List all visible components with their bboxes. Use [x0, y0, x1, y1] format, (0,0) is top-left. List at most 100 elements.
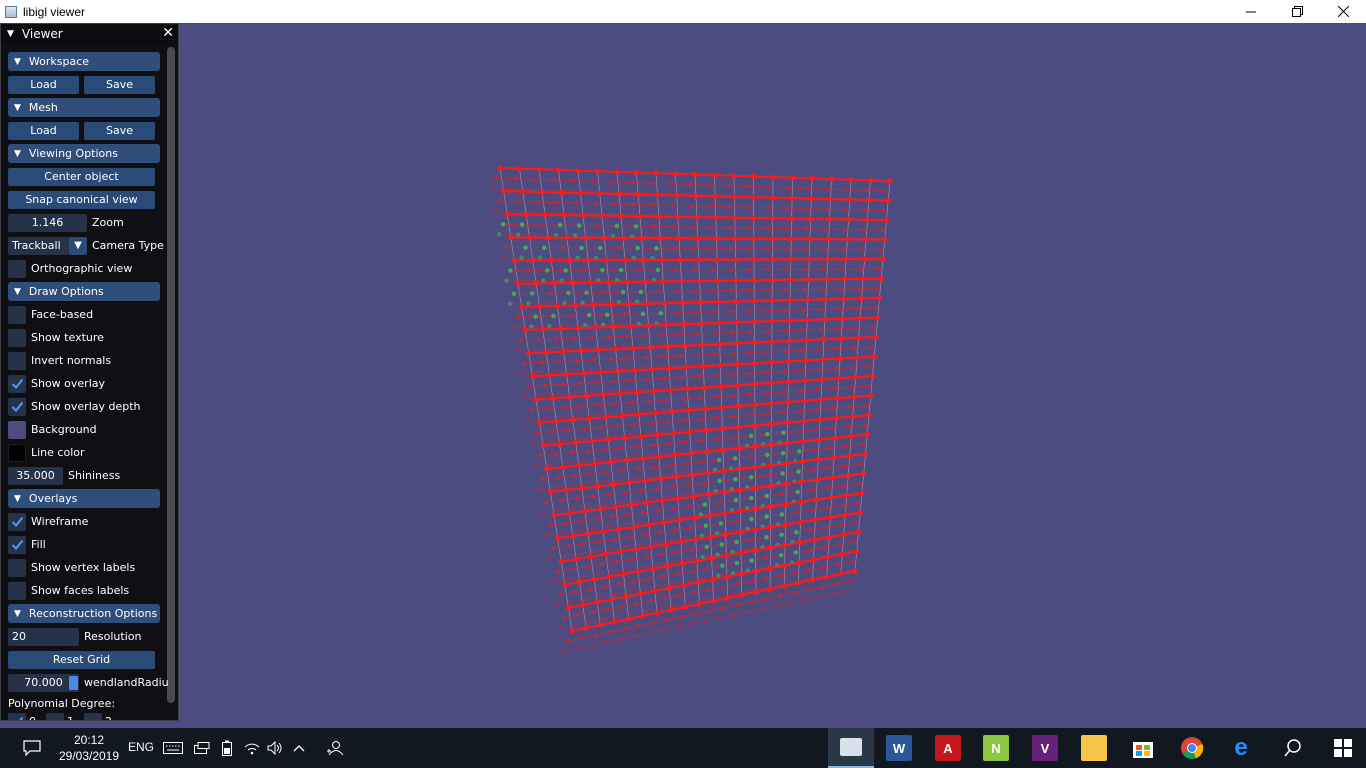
show-vertex-labels-checkbox[interactable] [8, 558, 26, 577]
degree-2-radio[interactable] [84, 712, 102, 720]
scrollbar-thumb[interactable] [167, 47, 175, 703]
word-icon: W [886, 735, 912, 761]
clock[interactable]: 20:12 29/03/2019 [52, 732, 126, 764]
camera-type-dropdown-button[interactable]: ▼ [69, 236, 87, 255]
close-window-button[interactable] [1320, 0, 1366, 23]
wireframe-checkbox[interactable] [8, 512, 26, 531]
show-overlay-depth-checkbox[interactable] [8, 397, 26, 416]
overlay-row-show-vertex-labels[interactable]: Show vertex labels [8, 558, 135, 577]
background-color-swatch[interactable] [8, 420, 26, 439]
taskbar-app-word[interactable]: W [876, 728, 922, 768]
minimize-button[interactable] [1228, 0, 1274, 23]
taskbar-app-notepad-plus[interactable]: N [973, 728, 1019, 768]
overlay-row-fill[interactable]: Fill [8, 535, 46, 554]
line-color-swatch[interactable] [8, 443, 26, 462]
wireframe-label: Wireframe [31, 515, 89, 528]
start-button[interactable] [1320, 728, 1366, 768]
windows-icon [1334, 739, 1352, 757]
workspace-save-button[interactable]: Save [84, 75, 155, 94]
taskbar-app-store[interactable] [1120, 728, 1166, 768]
face-based-checkbox[interactable] [8, 305, 26, 324]
taskbar-app-file-explorer[interactable] [1071, 728, 1117, 768]
center-object-button[interactable]: Center object [8, 167, 155, 186]
show-overlay-checkbox[interactable] [8, 374, 26, 393]
reconstruction-options-header[interactable]: ▼ Reconstruction Options [8, 604, 160, 623]
mesh-save-button[interactable]: Save [84, 121, 155, 140]
workspace-load-button[interactable]: Load [8, 75, 79, 94]
notification-icon [23, 740, 41, 756]
devices-tray-button[interactable] [192, 728, 212, 768]
show-texture-label: Show texture [31, 331, 104, 344]
show-overlay-depth-label: Show overlay depth [31, 400, 141, 413]
taskbar-app-edge[interactable]: e [1218, 728, 1264, 768]
workspace-header[interactable]: ▼ Workspace [8, 52, 160, 71]
collapse-triangle-icon[interactable]: ▼ [7, 29, 14, 39]
expand-triangle-icon: ▼ [14, 56, 21, 67]
show-faces-labels-label: Show faces labels [31, 584, 130, 597]
draw-row-show-overlay[interactable]: Show overlay [8, 374, 105, 393]
chevron-down-icon: ▼ [74, 240, 82, 251]
overlay-row-show-faces-labels[interactable]: Show faces labels [8, 581, 129, 600]
degree-0-label: 0 [29, 715, 36, 720]
degree-1-radio[interactable] [46, 712, 64, 720]
viewing-options-header-label: Viewing Options [28, 147, 118, 160]
slider-grab-handle[interactable] [69, 675, 78, 690]
taskbar-app-acrobat[interactable]: A [925, 728, 971, 768]
shininess-label: Shininess [68, 469, 121, 482]
input-language[interactable]: ENG [128, 740, 154, 754]
viewing-options-header[interactable]: ▼ Viewing Options [8, 144, 160, 163]
taskbar: 20:12 29/03/2019 ENG W A N V e [0, 728, 1366, 768]
notepad-plus-icon: N [983, 735, 1009, 761]
zoom-input[interactable]: 1.146 [8, 213, 87, 232]
draw-row-show-overlay-depth[interactable]: Show overlay depth [8, 397, 141, 416]
orthographic-view-checkbox[interactable] [8, 259, 26, 278]
shininess-input[interactable]: 35.000 [8, 466, 63, 485]
show-hidden-icons-button[interactable] [289, 728, 309, 768]
overlays-header-label: Overlays [28, 492, 78, 505]
panel-scrollbar[interactable] [167, 47, 175, 703]
draw-options-header[interactable]: ▼ Draw Options [8, 282, 160, 301]
show-texture-checkbox[interactable] [8, 328, 26, 347]
taskbar-app-visual-studio[interactable]: V [1022, 728, 1068, 768]
panel-close-icon[interactable]: ✕ [162, 26, 174, 40]
volume-button[interactable] [265, 728, 285, 768]
draw-row-face-based[interactable]: Face-based [8, 305, 93, 324]
fill-checkbox[interactable] [8, 535, 26, 554]
restore-button[interactable] [1274, 0, 1320, 23]
reset-grid-button[interactable]: Reset Grid [8, 650, 155, 669]
minimize-icon [1246, 11, 1256, 12]
touch-keyboard-button[interactable] [161, 728, 185, 768]
overlay-row-wireframe[interactable]: Wireframe [8, 512, 88, 531]
people-icon [327, 741, 344, 756]
resolution-label: Resolution [84, 630, 142, 643]
degree-0-radio[interactable] [8, 712, 26, 720]
mesh-load-button[interactable]: Load [8, 121, 79, 140]
viewport-3d[interactable]: ▼ Viewer ✕ ▼ Workspace Load Save ▼ Mesh … [0, 23, 1366, 728]
people-button[interactable] [324, 728, 346, 768]
taskbar-app-libigl-viewer[interactable] [828, 728, 874, 768]
network-button[interactable] [242, 728, 262, 768]
orthographic-view-label: Orthographic view [31, 262, 133, 275]
reconstruction-options-header-label: Reconstruction Options [28, 607, 158, 620]
wendland-radius-value: 70.000 [24, 676, 63, 689]
search-button[interactable] [1270, 728, 1316, 768]
draw-row-show-texture[interactable]: Show texture [8, 328, 104, 347]
line-color-label: Line color [31, 446, 85, 459]
panel-titlebar[interactable]: ▼ Viewer [1, 24, 178, 43]
show-faces-labels-checkbox[interactable] [8, 581, 26, 600]
draw-row-invert-normals[interactable]: Invert normals [8, 351, 111, 370]
camera-type-select[interactable]: Trackball [8, 236, 69, 255]
viewer-panel[interactable]: ▼ Viewer ✕ ▼ Workspace Load Save ▼ Mesh … [0, 23, 179, 721]
wendland-radius-slider[interactable]: 70.000 [8, 673, 79, 692]
expand-triangle-icon: ▼ [14, 102, 21, 113]
mesh-header[interactable]: ▼ Mesh [8, 98, 160, 117]
store-icon [1133, 742, 1153, 758]
battery-button[interactable] [219, 728, 235, 768]
action-center-button[interactable] [14, 728, 50, 768]
expand-triangle-icon: ▼ [14, 493, 21, 504]
resolution-input[interactable]: 20 [8, 627, 79, 646]
invert-normals-checkbox[interactable] [8, 351, 26, 370]
overlays-header[interactable]: ▼ Overlays [8, 489, 160, 508]
taskbar-app-chrome[interactable] [1169, 728, 1215, 768]
snap-canonical-view-button[interactable]: Snap canonical view [8, 190, 155, 209]
